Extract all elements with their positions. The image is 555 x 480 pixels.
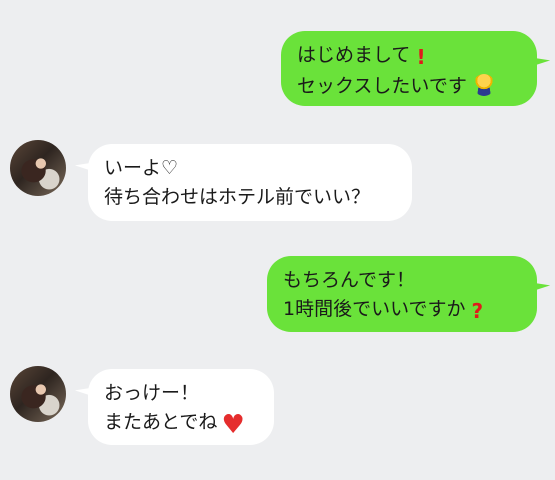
- avatar[interactable]: [10, 366, 66, 422]
- exclamation-icon: !: [416, 45, 426, 69]
- message-text: おっけー！: [104, 382, 200, 404]
- bubble-tail: [74, 379, 100, 398]
- bubble-tail: [74, 154, 100, 173]
- chat-view: はじめまして! セックスしたいです いーよ♡ 待ち合わせはホテル前でいい？ もち…: [0, 0, 555, 480]
- avatar[interactable]: [10, 140, 66, 196]
- message-text: いーよ♡: [104, 157, 179, 179]
- question-mark-icon: ?: [471, 299, 484, 323]
- heart-icon: ♥: [221, 410, 245, 440]
- message-text: はじめまして: [297, 44, 411, 66]
- message-text: 待ち合わせはホテル前でいい？: [104, 186, 371, 208]
- sent-message-bubble[interactable]: はじめまして! セックスしたいです: [281, 31, 551, 106]
- sent-message-bubble[interactable]: もちろんです！ 1時間後でいいですか?: [267, 256, 551, 332]
- message-text: セックスしたいです: [297, 75, 467, 97]
- message-text: 1時間後でいいですか: [283, 298, 466, 320]
- bowing-person-icon: [472, 74, 495, 96]
- message-text: またあとでね: [104, 411, 218, 433]
- received-message-bubble[interactable]: いーよ♡ 待ち合わせはホテル前でいい？: [74, 144, 412, 221]
- bubble-tail: [525, 274, 551, 293]
- bubble-tail: [525, 49, 551, 68]
- received-message-bubble[interactable]: おっけー！ またあとでね ♥: [74, 369, 274, 445]
- message-text: もちろんです！: [283, 269, 416, 291]
